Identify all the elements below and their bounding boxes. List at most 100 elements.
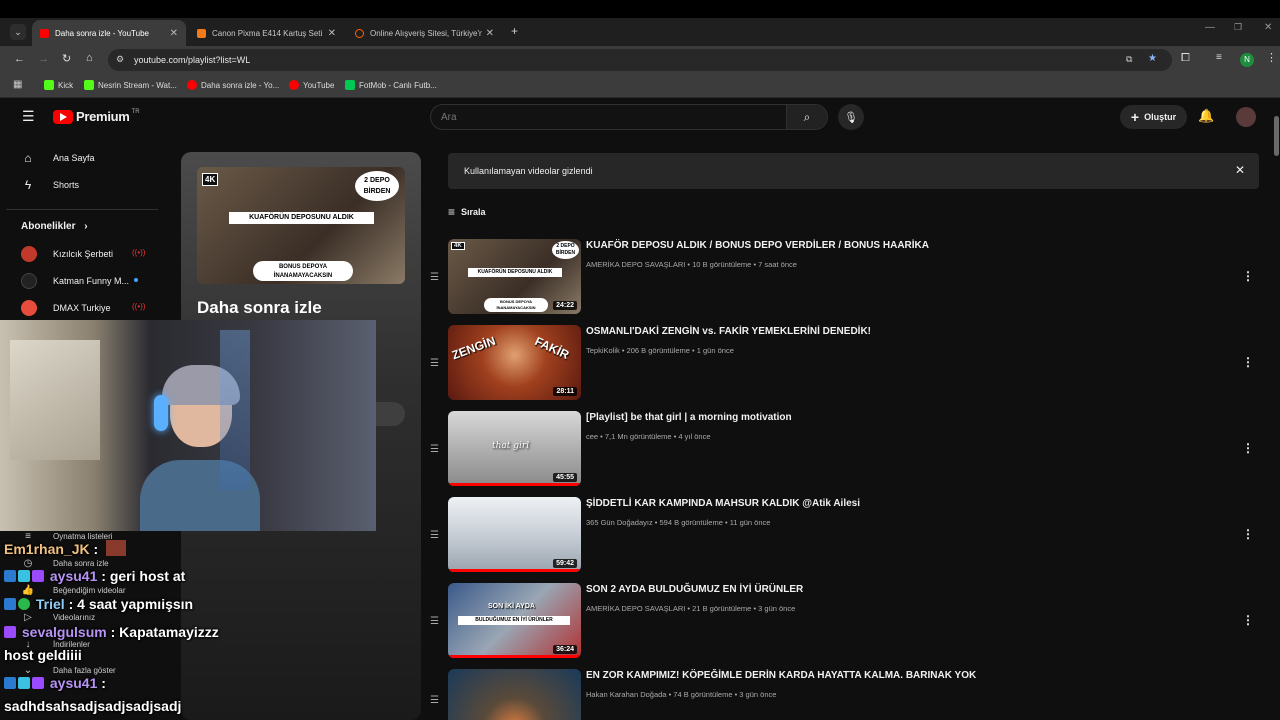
sidebar-item-home[interactable]: ⌂ Ana Sayfa (20, 150, 94, 166)
cover-banner-top: KUAFÖRÜN DEPOSUNU ALDIK (229, 212, 374, 224)
video-thumbnail[interactable] (448, 669, 581, 720)
drag-handle-icon[interactable]: ☰ (430, 695, 442, 706)
drag-handle-icon[interactable]: ☰ (430, 444, 442, 455)
video-duration: 59:42 (553, 559, 577, 568)
video-title[interactable]: SON 2 AYDA BULDUĞUMUZ EN İYİ ÜRÜNLER (586, 584, 803, 595)
playlist-video-row[interactable]: ☰ 59:42 ŞİDDETLİ KAR KAMPINDA MAHSUR KAL… (428, 497, 1258, 575)
bookmark-fotmob[interactable]: FotMob - Canlı Futb... (345, 80, 437, 90)
playlist-video-row[interactable]: ☰ EN ZOR KAMPIMIZ! KÖPEĞİMLE DERİN KARDA… (428, 669, 1258, 720)
video-meta: AMERİKA DEPO SAVAŞLARI • 10 B görüntülem… (586, 260, 797, 269)
profile-avatar[interactable]: N (1240, 53, 1254, 67)
subscription-item[interactable]: DMAX Turkiye (21, 300, 111, 316)
window-light (10, 340, 100, 460)
account-avatar[interactable] (1236, 107, 1256, 127)
ambient-light (220, 330, 250, 490)
sidebar-item-your-videos[interactable]: ▷ Videolarınız (20, 612, 95, 623)
playlist-video-row[interactable]: ☰ SON İKİ AYDA BULDUĞUMUZ EN İYİ ÜRÜNLER… (428, 583, 1258, 661)
logo-text: Premium (76, 109, 130, 124)
video-thumbnail[interactable]: 59:42 (448, 497, 581, 572)
more-actions-icon[interactable]: ⋮ (1242, 527, 1254, 541)
chat-message: host geldiiii (4, 647, 82, 663)
subscription-item[interactable]: Katman Funny M... (21, 273, 129, 289)
back-icon[interactable]: ← (14, 53, 25, 65)
live-icon: ((•)) (132, 302, 146, 311)
thumb-badge: 2 DEPO BİRDEN (552, 241, 579, 259)
notifications-bell-icon[interactable]: 🔔 (1198, 108, 1214, 124)
drag-handle-icon[interactable]: ☰ (430, 272, 442, 283)
playlist-video-row[interactable]: ☰ that girl 45:55 [Playlist] be that gir… (428, 411, 1258, 489)
bookmark-nesrin[interactable]: Nesrin Stream - Wat... (84, 80, 177, 90)
close-icon[interactable]: ✕ (1235, 163, 1245, 177)
subscriptions-heading[interactable]: Abonelikler › (21, 221, 88, 232)
video-title[interactable]: [Playlist] be that girl | a morning moti… (586, 412, 792, 423)
minimize-icon[interactable]: — (1205, 22, 1215, 33)
site-info-icon[interactable]: ⚙ (116, 54, 124, 65)
browser-menu-icon[interactable]: ⋮ (1266, 51, 1277, 64)
tab-watch-later[interactable]: Daha sonra izle - YouTube ✕ (32, 20, 186, 46)
forward-icon[interactable]: → (38, 53, 49, 65)
page-scrollbar[interactable] (1274, 116, 1279, 156)
close-tab-icon[interactable]: ✕ (170, 28, 178, 39)
home-browser-icon[interactable]: ⌂ (86, 52, 93, 64)
restore-icon[interactable]: ❐ (1234, 22, 1242, 33)
extensions-icon[interactable]: ⧠ (1181, 52, 1190, 65)
video-title[interactable]: ŞİDDETLİ KAR KAMPINDA MAHSUR KALDIK @Ati… (586, 498, 860, 509)
chat-message: aysu41 : geri host at (4, 568, 185, 584)
more-actions-icon[interactable]: ⋮ (1242, 269, 1254, 283)
drag-handle-icon[interactable]: ☰ (430, 358, 442, 369)
playlist-cover-thumbnail[interactable]: 4K 2 DEPO BİRDEN KUAFÖRÜN DEPOSUNU ALDIK … (197, 167, 405, 284)
video-thumbnail[interactable]: ZENGİN FAKİR 28:11 (448, 325, 581, 400)
new-tab-button[interactable]: + (511, 24, 518, 38)
create-button[interactable]: + Oluştur (1120, 105, 1187, 129)
prime-badge-icon (4, 598, 16, 610)
youtube-logo[interactable]: Premium TR (53, 109, 140, 124)
star-icon[interactable]: ★ (1148, 53, 1157, 64)
subscription-item[interactable]: Kızılcık Şerbeti (21, 246, 113, 262)
more-actions-icon[interactable]: ⋮ (1242, 613, 1254, 627)
url-text: youtube.com/playlist?list=WL (134, 55, 251, 65)
search-input[interactable] (431, 105, 788, 129)
reload-icon[interactable]: ↻ (62, 52, 71, 65)
url-field[interactable]: ⚙ youtube.com/playlist?list=WL ⧉ ★ (108, 49, 1172, 71)
drag-handle-icon[interactable]: ☰ (430, 616, 442, 627)
close-tab-icon[interactable]: ✕ (328, 28, 336, 39)
playlist-video-row[interactable]: ☰ 4K 2 DEPO BİRDEN KUAFÖRÜN DEPOSUNU ALDI… (428, 239, 1258, 317)
prime-badge-icon (4, 677, 16, 689)
sidebar-item-shorts[interactable]: ϟ Shorts (20, 177, 79, 193)
thumb-text: that girl (492, 441, 530, 451)
search-button[interactable]: ⌕ (786, 105, 827, 129)
drag-handle-icon[interactable]: ☰ (430, 530, 442, 541)
window-close-icon[interactable]: ✕ (1264, 22, 1272, 33)
sort-button[interactable]: ≡ Sırala (448, 205, 486, 219)
chat-message: Em1rhan_JK : (4, 540, 127, 557)
video-thumbnail[interactable]: that girl 45:55 (448, 411, 581, 486)
bookmark-watch-later[interactable]: Daha sonra izle - Yo... (187, 80, 279, 90)
video-title[interactable]: KUAFÖR DEPOSU ALDIK / BONUS DEPO VERDİLE… (586, 240, 929, 251)
hamburger-menu-icon[interactable]: ☰ (22, 108, 35, 125)
video-title[interactable]: OSMANLI'DAKİ ZENGİN vs. FAKİR YEMEKLERİN… (586, 326, 871, 337)
chat-emote-icon (106, 540, 127, 556)
video-title[interactable]: EN ZOR KAMPIMIZ! KÖPEĞİMLE DERİN KARDA H… (586, 670, 976, 681)
tab-canon[interactable]: Canon Pixma E414 Kartuş Seti ✕ (189, 20, 344, 46)
more-actions-icon[interactable]: ⋮ (1242, 441, 1254, 455)
video-duration: 36:24 (553, 645, 577, 654)
install-icon[interactable]: ⧉ (1126, 54, 1132, 65)
bookmark-kick[interactable]: Kick (44, 80, 73, 90)
sidebar-item-liked[interactable]: 👍 Beğendiğim videolar (20, 585, 126, 596)
video-icon: ▷ (24, 612, 32, 623)
youtube-favicon-icon (40, 28, 49, 38)
tab-search-button[interactable]: ⌄ (10, 24, 26, 40)
video-thumbnail[interactable]: 4K 2 DEPO BİRDEN KUAFÖRÜN DEPOSUNU ALDIK … (448, 239, 581, 314)
playlist-video-row[interactable]: ☰ ZENGİN FAKİR 28:11 OSMANLI'DAKİ ZENGİN… (428, 325, 1258, 403)
bookmark-youtube[interactable]: YouTube (289, 80, 334, 90)
video-thumbnail[interactable]: SON İKİ AYDA BULDUĞUMUZ EN İYİ ÜRÜNLER 3… (448, 583, 581, 658)
voice-search-button[interactable]: 🎙 (838, 104, 864, 130)
more-actions-icon[interactable]: ⋮ (1242, 355, 1254, 369)
close-tab-icon[interactable]: ✕ (486, 28, 494, 39)
tab-shopping[interactable]: Online Alışveriş Sitesi, Türkiye'n ✕ (347, 20, 502, 46)
media-icon[interactable]: ≡ (1216, 52, 1222, 63)
store-favicon-icon (197, 28, 206, 38)
apps-grid-icon[interactable]: ▦ (13, 79, 22, 90)
home-icon: ⌂ (24, 151, 32, 165)
chat-message: aysu41 : (4, 675, 106, 691)
